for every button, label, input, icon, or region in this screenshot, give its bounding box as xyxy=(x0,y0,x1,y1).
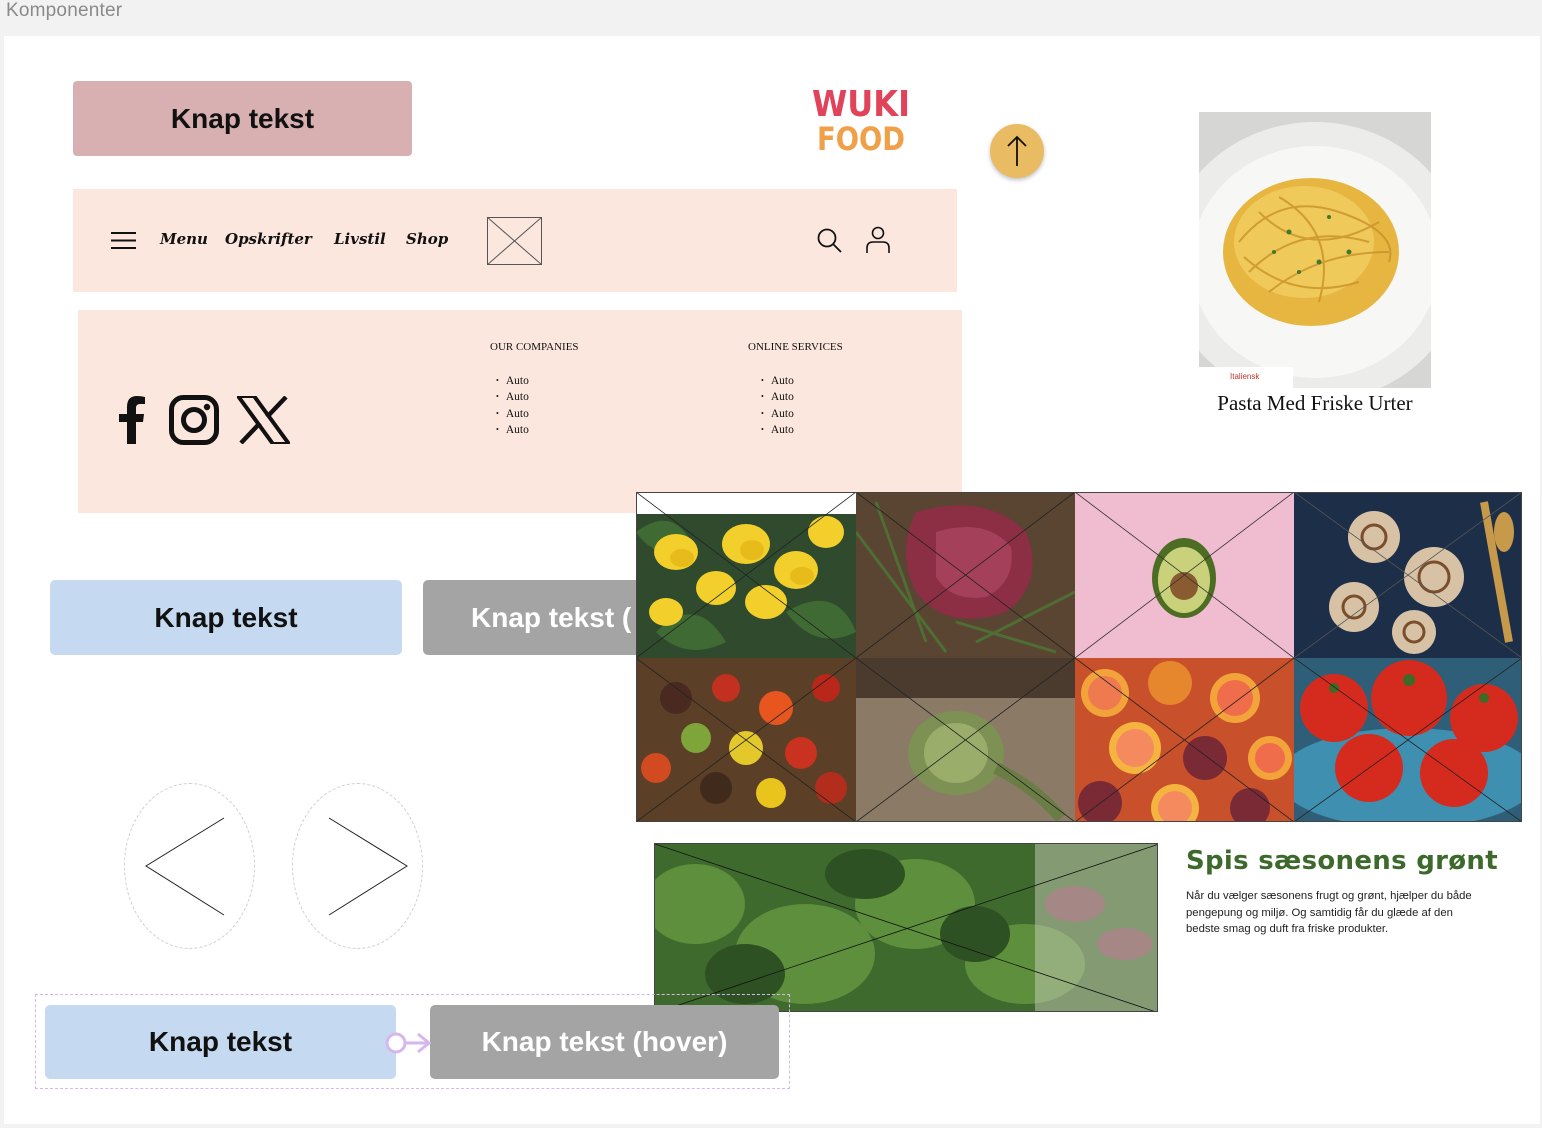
carousel-next-button[interactable] xyxy=(292,783,423,949)
hamburger-menu-icon[interactable] xyxy=(111,232,136,249)
gallery-tile-meat[interactable] xyxy=(856,492,1075,658)
user-icon[interactable] xyxy=(866,226,890,254)
grey-button-hover-state[interactable]: Knap tekst (hover) xyxy=(430,1005,779,1079)
chevron-left-icon xyxy=(145,817,225,916)
cinnamon-rolls-image xyxy=(1294,492,1522,658)
footer-link[interactable]: Auto xyxy=(496,373,529,389)
logo-word-top: WUKI xyxy=(812,84,910,125)
chevron-right-icon xyxy=(328,817,408,916)
blue-button[interactable]: Knap tekst xyxy=(50,580,402,655)
gallery-tile-citrus[interactable] xyxy=(1075,658,1294,822)
footer-heading-companies: OUR COMPANIES xyxy=(490,341,579,353)
image-gallery xyxy=(636,492,1522,822)
footer-link[interactable]: Auto xyxy=(761,389,794,405)
carousel-prev-button[interactable] xyxy=(124,783,255,949)
instagram-icon[interactable] xyxy=(169,395,219,445)
blue-button-default-state[interactable]: Knap tekst xyxy=(45,1005,396,1079)
lemons-image xyxy=(636,492,856,658)
artichoke-image xyxy=(856,658,1075,822)
wuki-food-logo: WUKI FOOD xyxy=(808,80,914,158)
scroll-top-button[interactable] xyxy=(990,124,1044,178)
recipe-tag: Italiensk xyxy=(1230,372,1260,381)
logo-word-bottom: FOOD xyxy=(817,120,905,156)
footer-link[interactable]: Auto xyxy=(496,406,529,422)
avocado-image xyxy=(1075,492,1294,658)
footer-link[interactable]: Auto xyxy=(496,422,529,438)
gallery-tile-lemons[interactable] xyxy=(636,492,856,658)
meat-image xyxy=(856,492,1075,658)
gallery-tile-artichoke[interactable] xyxy=(856,658,1075,822)
gallery-tile-cinnamon-rolls[interactable] xyxy=(1294,492,1522,658)
grey-hover-button-clipped[interactable]: Knap tekst ( xyxy=(423,580,643,655)
seasonal-heading: Spis sæsonens grønt xyxy=(1186,846,1498,876)
red-tomatoes-image xyxy=(1294,658,1522,822)
prototype-connector-icon xyxy=(385,1032,432,1054)
primary-rose-button[interactable]: Knap tekst xyxy=(73,81,412,156)
citrus-pomegranate-image xyxy=(1075,658,1294,822)
x-twitter-icon[interactable] xyxy=(237,396,290,444)
facebook-icon[interactable] xyxy=(118,396,146,444)
greens-image xyxy=(655,844,1157,1011)
arrow-up-icon xyxy=(1007,135,1027,166)
pasta-image xyxy=(1199,112,1431,388)
frame-label: Komponenter xyxy=(6,0,123,21)
nav-link-menu[interactable]: Menu xyxy=(160,230,208,248)
nav-link-opskrifter[interactable]: Opskrifter xyxy=(225,230,312,248)
recipe-tag-badge: Italiensk xyxy=(1199,367,1293,388)
footer-link[interactable]: Auto xyxy=(761,373,794,389)
nav-link-shop[interactable]: Shop xyxy=(406,230,448,248)
gallery-tile-red-tomatoes[interactable] xyxy=(1294,658,1522,822)
navbar: Menu Opskrifter Livstil Shop xyxy=(73,189,957,292)
footer-list-companies: Auto Auto Auto Auto xyxy=(496,373,529,438)
footer-list-services: Auto Auto Auto Auto xyxy=(761,373,794,438)
gallery-tile-tomatoes-mixed[interactable] xyxy=(636,658,856,822)
seasonal-banner-image[interactable] xyxy=(654,843,1158,1012)
mixed-tomatoes-image xyxy=(636,658,856,822)
recipe-card-image[interactable] xyxy=(1199,112,1431,388)
footer-heading-services: ONLINE SERVICES xyxy=(748,341,843,353)
seasonal-body: Når du vælger sæsonens frugt og grønt, h… xyxy=(1186,890,1472,935)
nav-link-livstil[interactable]: Livstil xyxy=(334,230,386,248)
footer-link[interactable]: Auto xyxy=(761,406,794,422)
logo-placeholder-image xyxy=(487,217,542,265)
search-icon[interactable] xyxy=(817,228,843,254)
footer: OUR COMPANIES Auto Auto Auto Auto ONLINE… xyxy=(78,310,962,513)
gallery-tile-avocado[interactable] xyxy=(1075,492,1294,658)
footer-link[interactable]: Auto xyxy=(761,422,794,438)
recipe-title[interactable]: Pasta Med Friske Urter xyxy=(1199,391,1431,416)
footer-link[interactable]: Auto xyxy=(496,389,529,405)
